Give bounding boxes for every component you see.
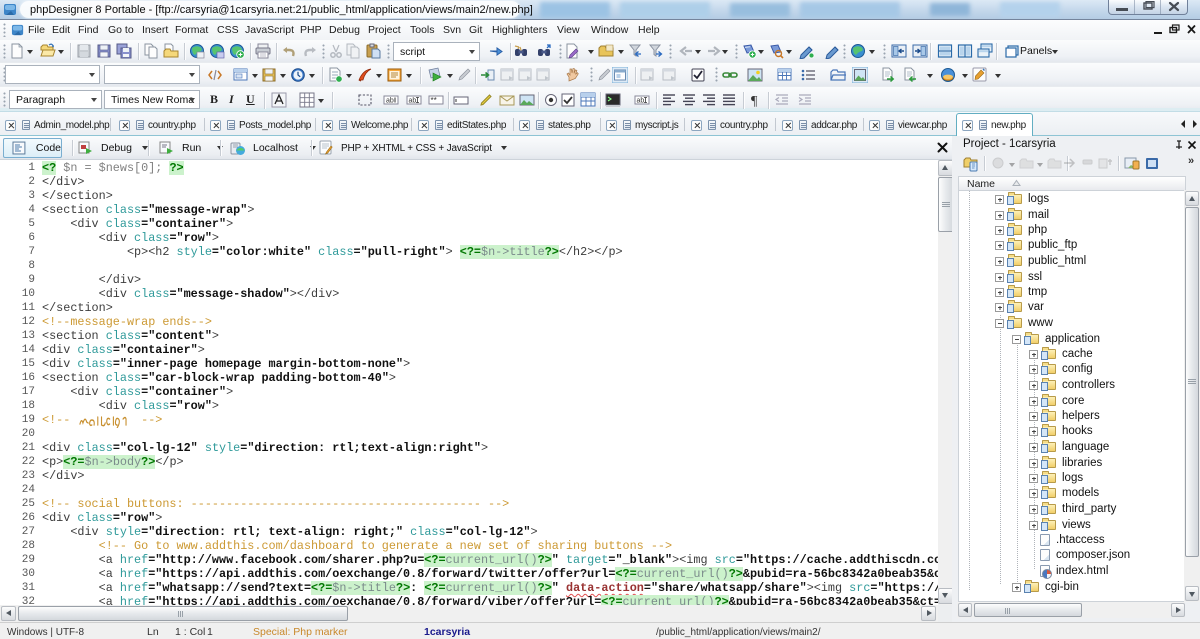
svg-text:¶: ¶ [751,94,758,108]
svg-text:ab: ab [386,98,394,105]
svg-text:ab: ab [409,98,417,105]
svg-text:ab: ab [637,98,645,105]
svg-text:**: ** [431,96,437,105]
